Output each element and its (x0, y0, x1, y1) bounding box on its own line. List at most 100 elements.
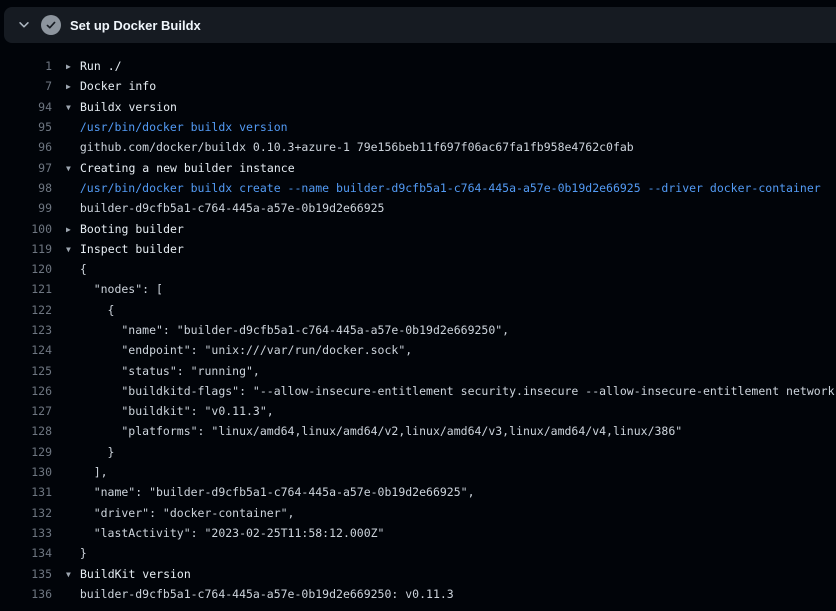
group-title: Creating a new builder instance (80, 161, 295, 175)
log-line: 96 github.com/docker/buildx 0.10.3+azure… (0, 137, 836, 157)
line-content: ], (66, 465, 108, 479)
line-content: ▶Run ./ (66, 59, 122, 73)
group-expanded-arrow-icon[interactable]: ▼ (66, 103, 80, 112)
log-line[interactable]: 1 ▶Run ./ (0, 56, 836, 76)
line-number[interactable]: 128 (0, 424, 52, 438)
log-line: 127 "buildkit": "v0.11.3", (0, 401, 836, 421)
line-number[interactable]: 125 (0, 364, 52, 378)
line-number[interactable]: 131 (0, 485, 52, 499)
log-line: 130 ], (0, 462, 836, 482)
log-line[interactable]: 100 ▶Booting builder (0, 218, 836, 238)
line-number[interactable]: 120 (0, 262, 52, 276)
line-number[interactable]: 132 (0, 506, 52, 520)
output-text: "lastActivity": "2023-02-25T11:58:12.000… (66, 526, 385, 540)
line-number[interactable]: 135 (0, 567, 52, 581)
line-content: "platforms": "linux/amd64,linux/amd64/v2… (66, 424, 682, 438)
log-line: 132 "driver": "docker-container", (0, 503, 836, 523)
output-text: { (66, 262, 87, 276)
line-content: builder-d9cfb5a1-c764-445a-a57e-0b19d2e6… (66, 201, 385, 215)
log-line[interactable]: 94 ▼Buildx version (0, 97, 836, 117)
line-number[interactable]: 99 (0, 201, 52, 215)
line-content: } (66, 445, 114, 459)
output-text: "buildkitd-flags": "--allow-insecure-ent… (66, 384, 836, 398)
log-line: 124 "endpoint": "unix:///var/run/docker.… (0, 340, 836, 360)
group-title: Booting builder (80, 222, 184, 236)
line-content: { (66, 262, 87, 276)
log-line: 134 } (0, 543, 836, 563)
group-title: Run ./ (80, 59, 122, 73)
line-number[interactable]: 100 (0, 222, 52, 236)
line-number[interactable]: 95 (0, 120, 52, 134)
line-number[interactable]: 97 (0, 161, 52, 175)
line-number[interactable]: 1 (0, 59, 52, 73)
line-number[interactable]: 7 (0, 79, 52, 93)
output-text: "nodes": [ (66, 282, 163, 296)
line-number[interactable]: 130 (0, 465, 52, 479)
output-text: "name": "builder-d9cfb5a1-c764-445a-a57e… (66, 485, 475, 499)
step-header[interactable]: Set up Docker Buildx (4, 7, 836, 43)
group-expanded-arrow-icon[interactable]: ▼ (66, 245, 80, 254)
line-number[interactable]: 136 (0, 587, 52, 601)
line-content: ▼Buildx version (66, 100, 177, 114)
command-text: /usr/bin/docker buildx version (66, 120, 288, 134)
output-text: ], (66, 465, 108, 479)
log-line[interactable]: 119 ▼Inspect builder (0, 239, 836, 259)
line-content: github.com/docker/buildx 0.10.3+azure-1 … (66, 140, 634, 154)
line-number[interactable]: 123 (0, 323, 52, 337)
line-content: "nodes": [ (66, 282, 163, 296)
step-title: Set up Docker Buildx (70, 18, 201, 33)
line-number[interactable]: 126 (0, 384, 52, 398)
line-content: builder-d9cfb5a1-c764-445a-a57e-0b19d2e6… (66, 587, 454, 601)
line-content: ▶Booting builder (66, 222, 184, 236)
line-number[interactable]: 122 (0, 303, 52, 317)
line-content: "status": "running", (66, 364, 260, 378)
line-number[interactable]: 134 (0, 546, 52, 560)
line-number[interactable]: 98 (0, 181, 52, 195)
log-container: 1▶Run ./7▶Docker info94▼Buildx version95… (0, 43, 836, 604)
line-content: } (66, 546, 87, 560)
group-title: Docker info (80, 79, 156, 93)
group-expanded-arrow-icon[interactable]: ▼ (66, 164, 80, 173)
log-line[interactable]: 135 ▼BuildKit version (0, 563, 836, 583)
line-number[interactable]: 129 (0, 445, 52, 459)
command-text: /usr/bin/docker buildx create --name bui… (66, 181, 821, 195)
log-line: 125 "status": "running", (0, 360, 836, 380)
group-title: Inspect builder (80, 242, 184, 256)
chevron-down-icon[interactable] (17, 18, 31, 32)
line-number[interactable]: 94 (0, 100, 52, 114)
output-text: } (66, 445, 114, 459)
line-content: { (66, 303, 114, 317)
line-content: /usr/bin/docker buildx version (66, 120, 288, 134)
output-text: } (66, 546, 87, 560)
log-line[interactable]: 7 ▶Docker info (0, 76, 836, 96)
group-collapsed-arrow-icon[interactable]: ▶ (66, 82, 80, 91)
log-line: 99 builder-d9cfb5a1-c764-445a-a57e-0b19d… (0, 198, 836, 218)
log-line: 129 } (0, 442, 836, 462)
log-line: 136 builder-d9cfb5a1-c764-445a-a57e-0b19… (0, 584, 836, 604)
log-line: 126 "buildkitd-flags": "--allow-insecure… (0, 381, 836, 401)
line-content: "buildkit": "v0.11.3", (66, 404, 274, 418)
output-text: builder-d9cfb5a1-c764-445a-a57e-0b19d2e6… (66, 201, 385, 215)
log-line: 133 "lastActivity": "2023-02-25T11:58:12… (0, 523, 836, 543)
line-number[interactable]: 127 (0, 404, 52, 418)
group-collapsed-arrow-icon[interactable]: ▶ (66, 225, 80, 234)
line-number[interactable]: 96 (0, 140, 52, 154)
group-collapsed-arrow-icon[interactable]: ▶ (66, 62, 80, 71)
log-line[interactable]: 97 ▼Creating a new builder instance (0, 157, 836, 177)
line-content: "name": "builder-d9cfb5a1-c764-445a-a57e… (66, 323, 509, 337)
line-content: /usr/bin/docker buildx create --name bui… (66, 181, 821, 195)
output-text: "endpoint": "unix:///var/run/docker.sock… (66, 343, 412, 357)
line-content: "name": "builder-d9cfb5a1-c764-445a-a57e… (66, 485, 475, 499)
line-number[interactable]: 124 (0, 343, 52, 357)
line-content: "endpoint": "unix:///var/run/docker.sock… (66, 343, 412, 357)
log-line: 123 "name": "builder-d9cfb5a1-c764-445a-… (0, 320, 836, 340)
line-number[interactable]: 133 (0, 526, 52, 540)
output-text: "platforms": "linux/amd64,linux/amd64/v2… (66, 424, 682, 438)
output-text: "driver": "docker-container", (66, 506, 294, 520)
line-content: ▼Inspect builder (66, 242, 184, 256)
output-text: github.com/docker/buildx 0.10.3+azure-1 … (66, 140, 634, 154)
line-number[interactable]: 119 (0, 242, 52, 256)
line-content: ▼BuildKit version (66, 567, 191, 581)
group-expanded-arrow-icon[interactable]: ▼ (66, 570, 80, 579)
line-number[interactable]: 121 (0, 282, 52, 296)
